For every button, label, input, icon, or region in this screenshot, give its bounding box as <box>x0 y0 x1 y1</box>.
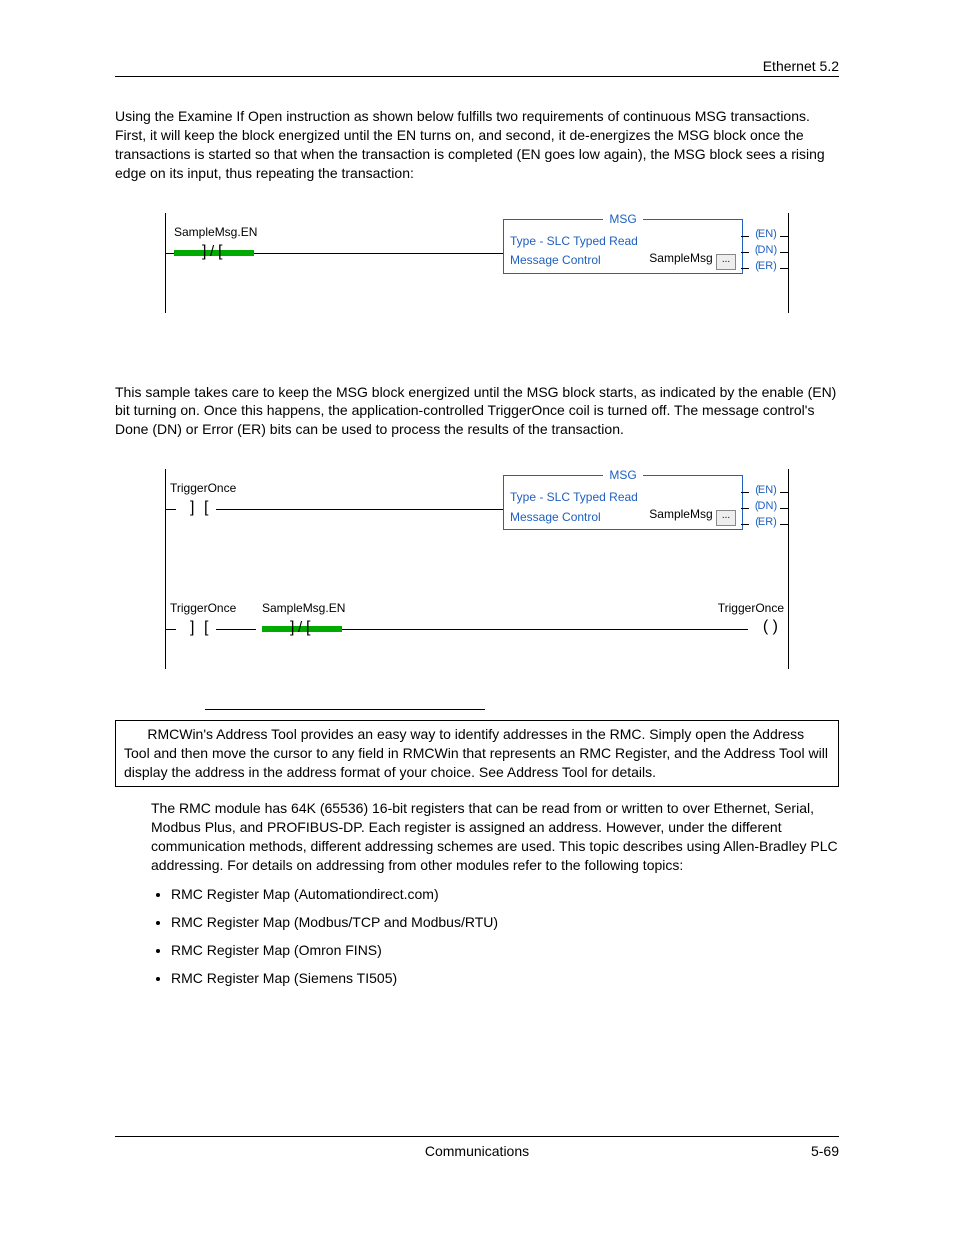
msg-ctrl-label-2: Message Control <box>510 510 601 524</box>
msg-outputs-2: (EN) (DN) (ER) <box>743 484 788 532</box>
page: Ethernet 5.2 Using the Examine If Open i… <box>0 0 954 1235</box>
msg-title-2: MSG <box>603 468 643 482</box>
msg-outputs: (EN) (DN) (ER) <box>743 228 788 276</box>
paragraph-2: This sample takes care to keep the MSG b… <box>115 383 839 440</box>
xio-tag: SampleMsg.EN <box>174 225 257 239</box>
xio-tag-2: SampleMsg.EN <box>262 601 345 615</box>
msg-out-er: ER <box>758 260 773 272</box>
xio-instruction-2: ]/[ <box>262 619 342 639</box>
divider <box>205 709 485 710</box>
xic-tag-2: TriggerOnce <box>170 601 236 615</box>
footer-center: Communications <box>115 1143 839 1159</box>
ladder-diagram-1: SampleMsg.EN ]/[ MSG Type - SLC Typed Re… <box>165 213 789 313</box>
footer: Communications 5-69 <box>115 1136 839 1159</box>
tip-text: RMCWin's Address Tool provides an easy w… <box>124 726 828 780</box>
msg-out-en: EN <box>758 228 773 240</box>
xic-instruction-1: ][ <box>180 499 220 519</box>
msg-type-label: Type - SLC Typed Read <box>510 234 638 248</box>
list-item: RMC Register Map (Automationdirect.com) <box>171 886 839 902</box>
xic-instruction-2: ][ <box>180 619 220 639</box>
msg-out-en-2: EN <box>758 484 773 496</box>
list-item: RMC Register Map (Modbus/TCP and Modbus/… <box>171 914 839 930</box>
msg-block: MSG Type - SLC Typed Read Message Contro… <box>503 219 743 274</box>
xic-tag-1: TriggerOnce <box>170 481 236 495</box>
bullet-list: RMC Register Map (Automationdirect.com) … <box>115 886 839 986</box>
msg-out-er-2: ER <box>758 516 773 528</box>
header-section: Ethernet 5.2 <box>115 58 839 74</box>
msg-title: MSG <box>603 212 643 226</box>
msg-type-label-2: Type - SLC Typed Read <box>510 490 638 504</box>
tip-box: RMCWin's Address Tool provides an easy w… <box>115 720 839 787</box>
header-rule: Ethernet 5.2 <box>115 58 839 77</box>
msg-ctrl-label: Message Control <box>510 253 601 267</box>
msg-config-button-2[interactable]: ... <box>716 510 736 526</box>
paragraph-3: The RMC module has 64K (65536) 16-bit re… <box>151 799 839 875</box>
output-coil: ( ) <box>763 618 778 636</box>
msg-out-dn: DN <box>758 244 774 256</box>
list-item: RMC Register Map (Siemens TI505) <box>171 970 839 986</box>
paragraph-1: Using the Examine If Open instruction as… <box>115 107 839 183</box>
coil-tag: TriggerOnce <box>718 601 784 615</box>
ladder-diagram-2: TriggerOnce ][ MSG Type - SLC Typed Read… <box>165 469 789 669</box>
msg-ctrl-value: SampleMsg <box>649 251 712 265</box>
msg-block-2: MSG Type - SLC Typed Read Message Contro… <box>503 475 743 530</box>
msg-ctrl-value-2: SampleMsg <box>649 507 712 521</box>
list-item: RMC Register Map (Omron FINS) <box>171 942 839 958</box>
msg-out-dn-2: DN <box>758 500 774 512</box>
xio-instruction: ]/[ <box>174 243 254 263</box>
msg-config-button[interactable]: ... <box>716 254 736 270</box>
